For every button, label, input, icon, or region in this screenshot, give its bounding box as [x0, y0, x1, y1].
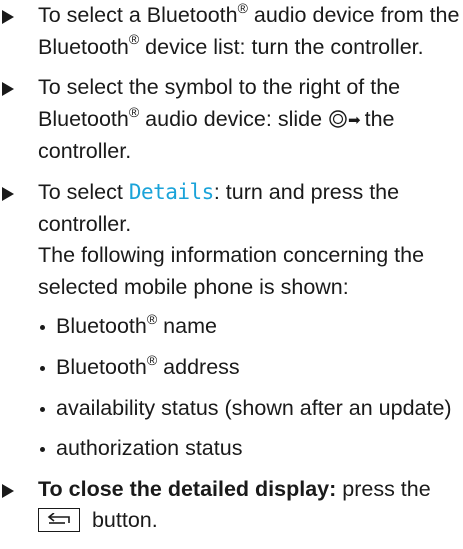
list-item: availability status (shown after an upda…: [38, 393, 463, 425]
back-button-icon: [38, 508, 80, 533]
list-item: authorization status: [38, 433, 463, 465]
step-select-audio-device: To select a Bluetooth® audio device from…: [0, 0, 463, 63]
controller-slide-right-icon: [329, 110, 347, 128]
step-text: To close the detailed display: press the…: [38, 476, 431, 533]
step-select-symbol: To select the symbol to the right of the…: [0, 72, 463, 168]
slide-arrow-icon: ➡: [348, 111, 361, 129]
step-text: To select the symbol to the right of the…: [38, 75, 401, 164]
menu-item-details: Details: [128, 179, 215, 204]
list-item: Bluetooth® address: [38, 352, 463, 384]
step-arrow-icon: [2, 186, 14, 201]
info-line: The following information concerning the…: [38, 243, 425, 299]
step-arrow-icon: [2, 10, 14, 24]
info-list: Bluetooth® name Bluetooth® address avail…: [38, 311, 463, 464]
step-text: To select a Bluetooth® audio device from…: [38, 0, 460, 59]
step-close-display: To close the detailed display: press the…: [0, 474, 463, 537]
list-item: Bluetooth® name: [38, 311, 463, 343]
step-arrow-icon: [2, 483, 14, 498]
step-select-details: To select Details: turn and press the co…: [0, 177, 463, 465]
step-arrow-icon: [2, 82, 14, 97]
step-text: To select Details: turn and press the co…: [38, 179, 400, 236]
instruction-page: To select a Bluetooth® audio device from…: [0, 0, 463, 549]
